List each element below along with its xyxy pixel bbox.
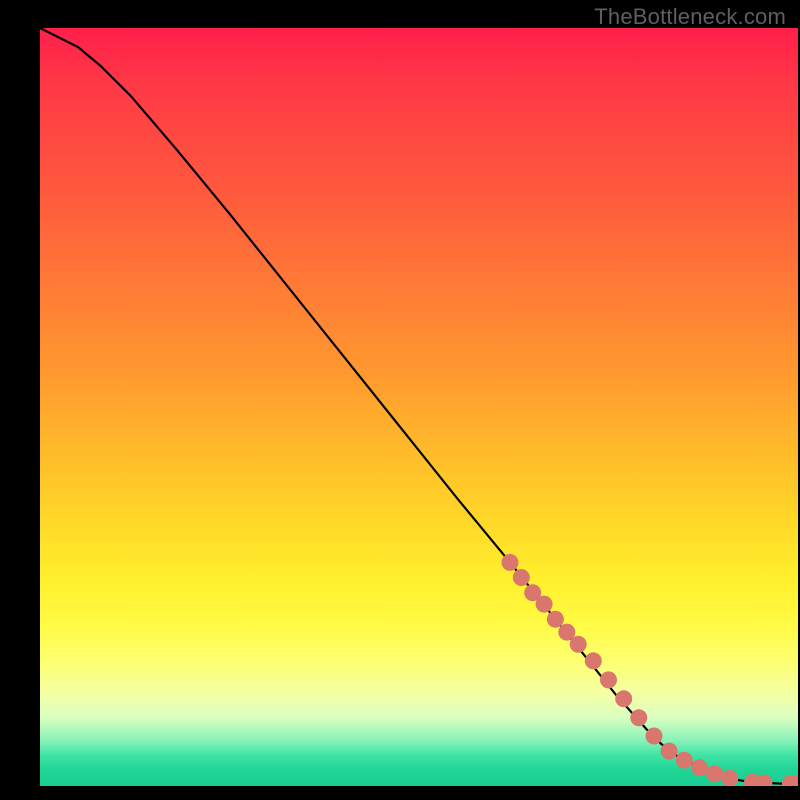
curve-line — [40, 28, 798, 784]
data-marker — [691, 759, 708, 776]
data-marker — [600, 671, 617, 688]
data-marker — [721, 770, 738, 786]
marker-group — [502, 554, 799, 786]
chart-frame: TheBottleneck.com — [0, 0, 800, 800]
data-marker — [676, 752, 693, 769]
chart-overlay — [40, 28, 798, 786]
data-marker — [646, 728, 663, 745]
plot-area — [40, 28, 798, 786]
data-marker — [570, 636, 587, 653]
data-marker — [547, 611, 564, 628]
data-marker — [585, 652, 602, 669]
data-marker — [630, 709, 647, 726]
data-marker — [536, 596, 553, 613]
data-marker — [502, 554, 519, 571]
data-marker — [615, 690, 632, 707]
data-marker — [513, 569, 530, 586]
data-marker — [706, 765, 723, 782]
data-marker — [661, 743, 678, 760]
attribution-label: TheBottleneck.com — [594, 4, 786, 30]
